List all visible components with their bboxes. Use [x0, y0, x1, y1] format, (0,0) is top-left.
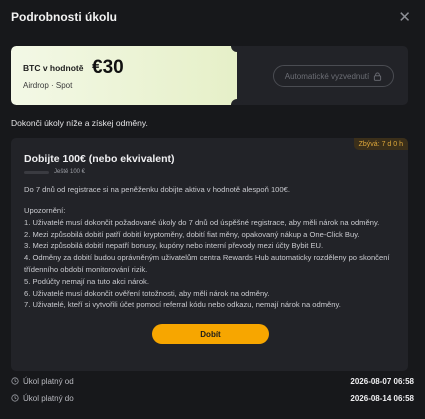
progress-text: Ještě 100 € — [54, 169, 86, 175]
voucher-subtitle: Airdrop · Spot — [23, 81, 73, 90]
voucher-amount: €30 — [92, 57, 124, 78]
voucher-ticket: BTC v hodnotě €30 Airdrop · Spot — [11, 46, 243, 105]
valid-to-label: Úkol platný do — [23, 393, 74, 403]
task-progress: Ještě 100 € — [24, 169, 85, 175]
valid-to-row: Úkol platný do 2026-08-14 06:58 — [11, 391, 414, 405]
voucher-label: BTC v hodnotě — [23, 63, 84, 73]
valid-from-label: Úkol platný od — [23, 376, 74, 386]
top-up-button[interactable]: Dobít — [152, 324, 269, 344]
lock-icon — [374, 71, 382, 81]
time-remaining-badge: Zbývá: 7 d 0 h — [353, 138, 408, 150]
intro-text: Dokonči úkoly níže a získej odměny. — [11, 118, 148, 128]
task-description: Do 7 dnů od registrace si na peněženku d… — [24, 185, 290, 194]
notes-heading: Upozornění: — [24, 206, 66, 215]
clock-icon — [11, 377, 19, 385]
close-icon[interactable]: ✕ — [398, 10, 411, 25]
valid-from-value: 2026-08-07 06:58 — [350, 376, 414, 386]
note-item: 2. Mezi způsobilá dobití patří dobití kr… — [24, 229, 360, 239]
valid-to-value: 2026-08-14 06:58 — [350, 393, 414, 403]
valid-from-row: Úkol platný od 2026-08-07 06:58 — [11, 374, 414, 388]
note-item: 4. Odměny za dobití budou oprávněným uži… — [24, 253, 390, 274]
auto-claim-button[interactable]: Automatické vyzvednutí — [273, 65, 394, 87]
progress-bar — [24, 170, 49, 174]
clock-icon — [11, 394, 19, 402]
note-item: 3. Mezi způsobilá dobití nepatří bonusy,… — [24, 241, 324, 251]
task-notes: Upozornění: 1. Uživatelé musí dokončit p… — [24, 205, 402, 311]
note-item: 5. Podúčty nemají na tuto akci nárok. — [24, 276, 149, 286]
task-card: Zbývá: 7 d 0 h Dobijte 100€ (nebo ekviva… — [11, 138, 408, 371]
dialog-title: Podrobnosti úkolu — [11, 10, 117, 24]
auto-claim-label: Automatické vyzvednutí — [284, 71, 370, 81]
note-item: 7. Uživatelé, kteří si vytvořili účet po… — [24, 300, 341, 310]
note-item: 1. Uživatelé musí dokončit požadované úk… — [24, 217, 380, 227]
dialog-header: Podrobnosti úkolu ✕ — [0, 0, 425, 34]
note-item: 6. Uživatelé musí dokončit ověření totož… — [24, 288, 270, 298]
task-title: Dobijte 100€ (nebo ekvivalent) — [24, 153, 175, 165]
